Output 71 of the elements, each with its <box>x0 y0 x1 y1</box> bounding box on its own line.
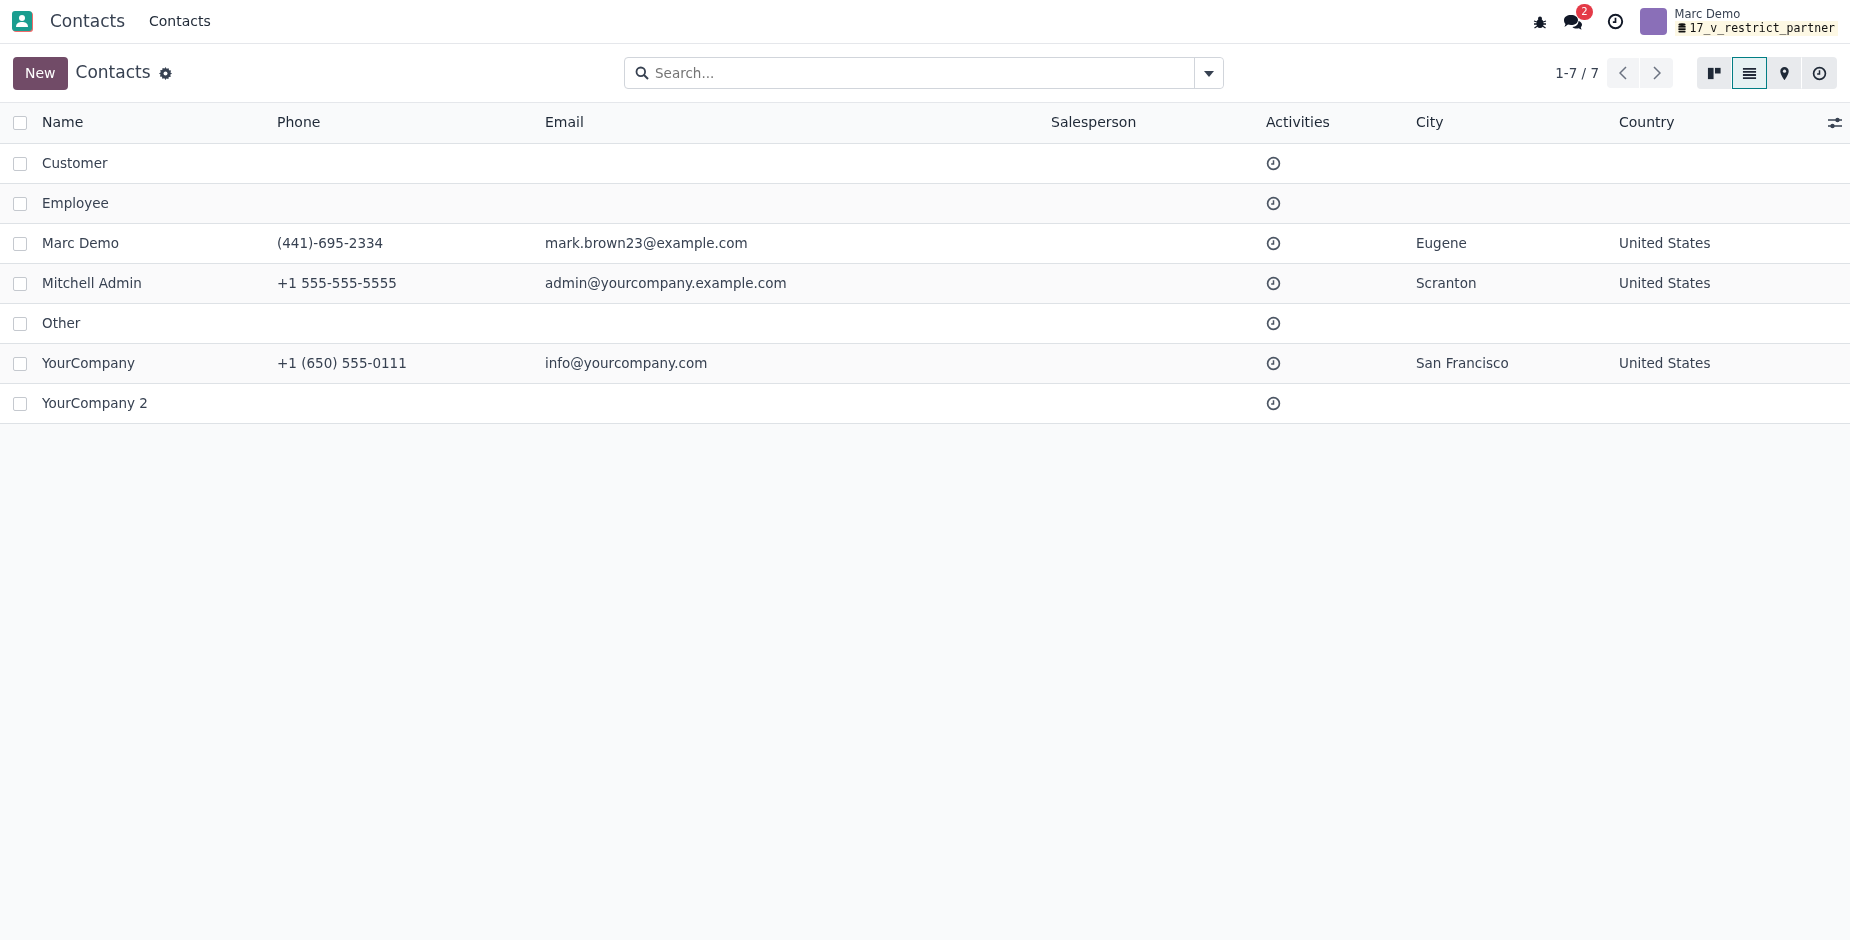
table-cell: info@yourcompany.com <box>545 354 708 371</box>
table-cell: YourCompany <box>42 354 136 371</box>
search-icon <box>635 66 649 80</box>
table-cell: Mitchell Admin <box>42 274 142 291</box>
list-icon <box>1742 65 1757 81</box>
clock-icon[interactable] <box>1266 396 1281 412</box>
table-cell: (441)-695-2334 <box>277 234 384 251</box>
select-all-checkbox[interactable] <box>13 116 27 131</box>
row-checkbox[interactable] <box>13 396 27 411</box>
row-checkbox[interactable] <box>13 236 27 251</box>
clock-icon <box>1606 13 1624 30</box>
pager-value[interactable]: 1-7 / 7 <box>1555 62 1599 84</box>
row-checkbox[interactable] <box>13 276 27 291</box>
view-switch-button[interactable] <box>1802 57 1837 89</box>
chevron-right-icon <box>1652 66 1661 80</box>
activity-button[interactable] <box>1606 13 1624 30</box>
table-cell: mark.brown23@example.com <box>545 234 748 251</box>
view-switch-button[interactable] <box>1732 57 1767 89</box>
table-cell: Eugene <box>1416 234 1467 251</box>
map-pin-icon <box>1777 65 1792 81</box>
table-cell: +1 555-555-5555 <box>277 274 397 291</box>
new-button[interactable]: New <box>13 56 68 90</box>
clock-icon[interactable] <box>1266 316 1281 332</box>
table-cell: YourCompany 2 <box>42 394 148 411</box>
messages-button[interactable] <box>1562 14 1583 31</box>
app-title[interactable]: Contacts <box>50 8 125 35</box>
breadcrumb-title: Contacts <box>75 61 151 85</box>
table-cell: United States <box>1619 274 1711 291</box>
chat-icon <box>1562 14 1583 31</box>
kanban-icon <box>1707 65 1722 81</box>
chevron-left-icon <box>1619 66 1627 80</box>
clock-icon[interactable] <box>1266 236 1281 252</box>
debug-button[interactable] <box>1532 14 1547 29</box>
database-icon <box>1677 23 1686 33</box>
column-header[interactable]: City <box>1416 114 1444 131</box>
app-logo-icon <box>12 10 34 33</box>
table-cell: Customer <box>42 154 108 171</box>
clock-icon[interactable] <box>1266 276 1281 292</box>
gear-icon[interactable] <box>158 66 172 80</box>
search-options-button[interactable] <box>1194 58 1223 88</box>
table-cell: +1 (650) 555-0111 <box>277 354 407 371</box>
clock-icon[interactable] <box>1266 196 1281 212</box>
clock-icon[interactable] <box>1266 356 1281 372</box>
clock-icon[interactable] <box>1266 156 1281 172</box>
table-cell: Marc Demo <box>42 234 119 251</box>
sliders-icon[interactable] <box>1828 117 1842 130</box>
column-header[interactable]: Name <box>42 114 84 131</box>
row-checkbox[interactable] <box>13 156 27 171</box>
column-header[interactable]: Activities <box>1266 114 1330 131</box>
table-cell: San Francisco <box>1416 354 1509 371</box>
row-checkbox[interactable] <box>13 356 27 371</box>
table-cell: United States <box>1619 354 1711 371</box>
table-cell: Scranton <box>1416 274 1477 291</box>
row-checkbox[interactable] <box>13 316 27 331</box>
column-header[interactable]: Phone <box>277 114 321 131</box>
user-name[interactable]: Marc Demo <box>1674 7 1838 21</box>
notification-count: 2 <box>1576 4 1593 21</box>
table-cell: Other <box>42 314 81 331</box>
bug-icon <box>1532 14 1547 29</box>
table-cell: Employee <box>42 194 109 211</box>
caret-icon <box>1204 70 1214 77</box>
column-header[interactable]: Country <box>1619 114 1675 131</box>
clock-icon <box>1812 65 1827 81</box>
menu-item[interactable]: Contacts <box>149 11 211 32</box>
row-checkbox[interactable] <box>13 196 27 211</box>
column-header[interactable]: Salesperson <box>1051 114 1137 131</box>
column-header[interactable]: Email <box>545 114 584 131</box>
table-cell: United States <box>1619 234 1711 251</box>
database-name: 17_v_restrict_partner <box>1689 20 1835 36</box>
avatar-placeholder[interactable] <box>1639 8 1667 35</box>
table-cell: admin@yourcompany.example.com <box>545 274 787 291</box>
